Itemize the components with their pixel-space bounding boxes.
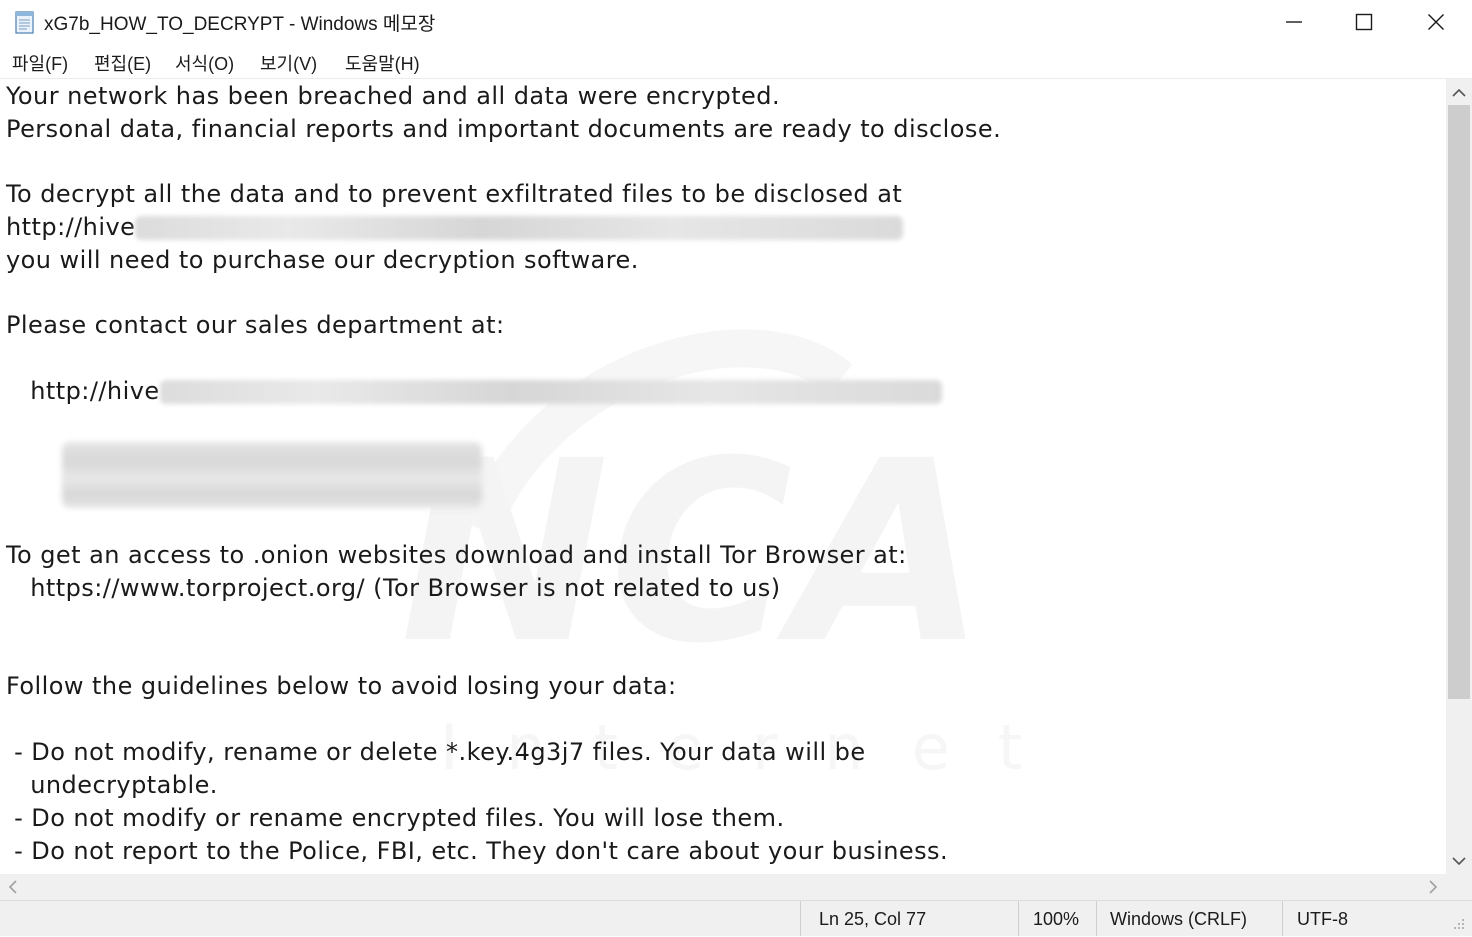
status-encoding: UTF-8 bbox=[1282, 901, 1442, 936]
title-bar[interactable]: xG7b_HOW_TO_DECRYPT - Windows 메모장 bbox=[0, 0, 1472, 44]
text-line: To decrypt all the data and to prevent e… bbox=[6, 180, 903, 208]
scroll-up-button[interactable] bbox=[1446, 81, 1472, 105]
redacted-url bbox=[135, 216, 904, 240]
chevron-down-icon bbox=[1452, 857, 1466, 866]
text-line: - Do not modify, rename or delete *.key.… bbox=[6, 738, 866, 766]
menu-file[interactable]: 파일(F) bbox=[10, 50, 70, 76]
text-line: Please contact our sales department at: bbox=[6, 311, 505, 339]
text-line: Personal data, financial reports and imp… bbox=[6, 115, 1002, 143]
text-line-url: http://hive bbox=[6, 211, 904, 243]
menu-view[interactable]: 보기(V) bbox=[258, 50, 319, 76]
text-line: - Do not modify or rename encrypted file… bbox=[6, 804, 785, 832]
menu-help[interactable]: 도움말(H) bbox=[343, 50, 422, 76]
scroll-right-button[interactable] bbox=[1420, 875, 1446, 899]
url-prefix: http://hive bbox=[6, 213, 136, 241]
text-line-url: http://hive bbox=[6, 375, 942, 407]
url-prefix: http://hive bbox=[6, 377, 160, 405]
text-line: you will need to purchase our decryption… bbox=[6, 246, 639, 274]
chevron-left-icon bbox=[8, 880, 17, 894]
text-line: Follow the guidelines below to avoid los… bbox=[6, 672, 677, 700]
close-icon bbox=[1428, 14, 1444, 30]
maximize-icon bbox=[1355, 13, 1373, 31]
text-line: https://www.torproject.org/ (Tor Browser… bbox=[6, 574, 781, 602]
redacted-credentials bbox=[62, 442, 482, 508]
menu-edit[interactable]: 편집(E) bbox=[92, 50, 153, 76]
text-line: To get an access to .onion websites down… bbox=[6, 541, 907, 569]
text-line: - Do not report to the Police, FBI, etc.… bbox=[6, 837, 949, 865]
text-line: undecryptable. bbox=[6, 771, 218, 799]
redacted-url bbox=[159, 380, 942, 404]
window-title: xG7b_HOW_TO_DECRYPT - Windows 메모장 bbox=[44, 14, 436, 35]
vertical-scroll-thumb[interactable] bbox=[1448, 105, 1470, 699]
scrollbar-corner bbox=[1446, 874, 1472, 900]
status-position: Ln 25, Col 77 bbox=[800, 901, 1018, 936]
text-editor[interactable]: NCA Internet Your network has been breac… bbox=[0, 79, 1446, 874]
minimize-icon bbox=[1286, 21, 1302, 23]
status-bar: Ln 25, Col 77 100% Windows (CRLF) UTF-8 bbox=[0, 900, 1472, 936]
close-button[interactable] bbox=[1400, 0, 1472, 44]
vertical-scrollbar[interactable] bbox=[1446, 79, 1472, 874]
chevron-up-icon bbox=[1452, 88, 1466, 97]
menu-format[interactable]: 서식(O) bbox=[173, 50, 236, 76]
maximize-button[interactable] bbox=[1328, 0, 1400, 44]
notepad-icon bbox=[14, 9, 36, 35]
status-zoom: 100% bbox=[1018, 901, 1096, 936]
scroll-left-button[interactable] bbox=[0, 875, 26, 899]
menu-bar: 파일(F) 편집(E) 서식(O) 보기(V) 도움말(H) bbox=[0, 44, 1472, 79]
horizontal-scrollbar[interactable] bbox=[0, 874, 1446, 900]
minimize-button[interactable] bbox=[1258, 0, 1330, 44]
scroll-down-button[interactable] bbox=[1446, 849, 1472, 873]
text-line: Your network has been breached and all d… bbox=[6, 82, 781, 110]
resize-grip-icon[interactable] bbox=[1452, 917, 1466, 931]
status-line-ending: Windows (CRLF) bbox=[1096, 901, 1282, 936]
chevron-right-icon bbox=[1429, 880, 1438, 894]
